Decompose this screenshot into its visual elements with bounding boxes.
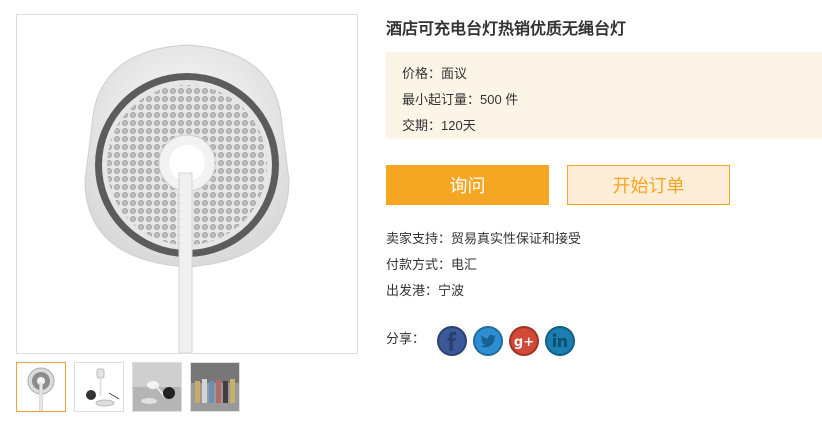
payment-method-text: 付款方式：电汇 <box>386 257 478 272</box>
facebook-icon[interactable] <box>437 326 468 356</box>
thumbnail-3[interactable] <box>132 362 182 412</box>
svg-text:g+: g+ <box>514 335 534 350</box>
twitter-icon[interactable] <box>473 326 504 356</box>
share-label: 分享： <box>386 330 426 346</box>
lamp-head-illustration <box>17 15 357 353</box>
thumbnail-1[interactable] <box>16 362 66 412</box>
lamp-parts-thumb-icon <box>75 363 123 411</box>
inquiry-button[interactable]: 询问 <box>386 165 549 205</box>
seller-meta: 卖家支持：贸易真实性保证和接受 付款方式：电汇 出发港：宁波 <box>386 226 581 304</box>
price-info-box: 价格：面议 最小起订量：500 件 交期：120天 <box>386 52 822 139</box>
share-bar: 分享： g+ <box>386 326 581 356</box>
lamp-lit-thumb-icon <box>133 363 181 411</box>
price-text: 价格：面议 <box>402 66 468 81</box>
lamp-colors-thumb-icon <box>191 363 239 411</box>
thumbnail-4[interactable] <box>190 362 240 412</box>
google-plus-icon[interactable]: g+ <box>509 326 540 356</box>
moq-text: 最小起订量：500 件 <box>402 92 519 107</box>
product-main-image <box>16 14 358 354</box>
departure-port-text: 出发港：宁波 <box>386 283 465 298</box>
thumbnail-2[interactable] <box>74 362 124 412</box>
linkedin-icon[interactable] <box>545 326 576 356</box>
seller-support-text: 卖家支持：贸易真实性保证和接受 <box>386 231 582 246</box>
product-title: 酒店可充电台灯热销优质无绳台灯 <box>386 21 627 38</box>
delivery-text: 交期：120天 <box>402 118 476 133</box>
start-order-button[interactable]: 开始订单 <box>567 165 730 205</box>
lamp-head-thumb-icon <box>17 363 65 411</box>
thumbnail-strip <box>16 362 240 412</box>
